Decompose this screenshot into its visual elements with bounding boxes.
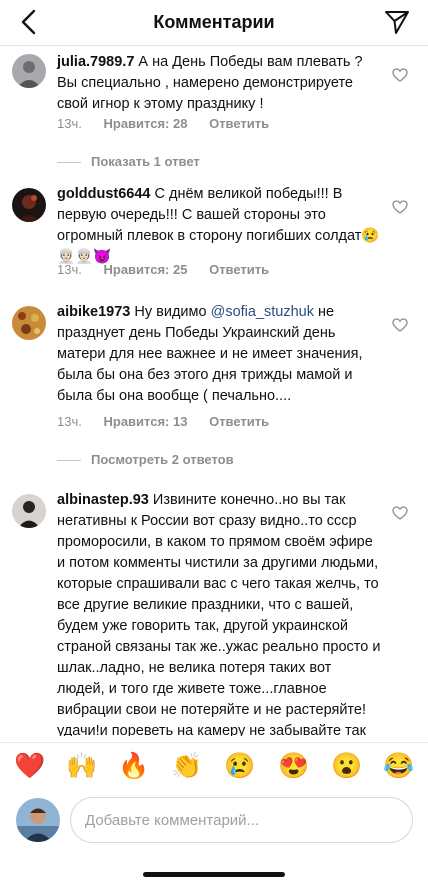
heart-eyes-emoji-button[interactable]: 😍	[278, 751, 309, 781]
comment-meta: 13ч. Нравится: 25 Ответить	[57, 262, 287, 277]
send-direct-icon[interactable]	[384, 9, 410, 35]
comment-likes[interactable]: Нравится: 13	[103, 414, 187, 429]
comment-text: albinastep.93 Извините конечно..но вы та…	[57, 490, 382, 736]
comment-username[interactable]: golddust6644	[57, 186, 150, 202]
my-avatar	[16, 798, 60, 842]
comment-likes[interactable]: Нравится: 25	[103, 262, 187, 277]
comment-time: 13ч.	[57, 262, 82, 277]
view-replies-label: Посмотреть 2 ответов	[91, 452, 234, 467]
comment-text: julia.7989.7 А на День Победы вам плеват…	[57, 52, 382, 115]
avatar[interactable]	[12, 494, 46, 528]
raising-hands-emoji-button[interactable]: 🙌	[66, 751, 97, 781]
comment-text: aibike1973 Ну видимо @sofia_stuzhuk не п…	[57, 302, 382, 407]
view-replies-button[interactable]: Показать 1 ответ	[57, 154, 200, 169]
like-heart-icon[interactable]	[392, 68, 408, 82]
page-title: Комментарии	[153, 12, 275, 32]
comment-time: 13ч.	[57, 414, 82, 429]
fire-emoji-button[interactable]: 🔥	[118, 751, 149, 781]
reply-button[interactable]: Ответить	[209, 414, 269, 429]
clapping-hands-emoji-button[interactable]: 👏	[171, 751, 202, 781]
comment-likes[interactable]: Нравится: 28	[103, 116, 187, 131]
home-indicator[interactable]	[143, 872, 285, 877]
like-heart-icon[interactable]	[392, 318, 408, 332]
emoji-reaction-bar: ❤️ 🙌 🔥 👏 😢 😍 😮 😂	[0, 742, 428, 790]
comment-username[interactable]: albinastep.93	[57, 492, 149, 508]
add-comment-input[interactable]	[70, 797, 413, 843]
replies-divider	[57, 460, 81, 462]
comment-meta: 13ч. Нравится: 13 Ответить	[57, 414, 287, 429]
comment-list[interactable]: julia.7989.7 А на День Победы вам плеват…	[0, 46, 428, 736]
comment-username[interactable]: julia.7989.7	[57, 54, 134, 70]
comment-text: golddust6644 С днём великой победы!!! В …	[57, 184, 382, 268]
comment-body: Извините конечно..но вы так негативны к …	[57, 492, 381, 736]
view-replies-label: Показать 1 ответ	[91, 154, 200, 169]
comment-username[interactable]: aibike1973	[57, 304, 130, 320]
reply-button[interactable]: Ответить	[209, 116, 269, 131]
avatar[interactable]	[12, 54, 46, 88]
comment-time: 13ч.	[57, 116, 82, 131]
like-heart-icon[interactable]	[392, 200, 408, 214]
header-bar: Комментарии	[0, 0, 428, 46]
mention-link[interactable]: @sofia_stuzhuk	[211, 304, 314, 320]
comment-body-start: Ну видимо	[134, 304, 211, 320]
replies-divider	[57, 162, 81, 164]
avatar[interactable]	[12, 306, 46, 340]
view-replies-button[interactable]: Посмотреть 2 ответов	[57, 452, 234, 467]
avatar[interactable]	[12, 188, 46, 222]
reply-button[interactable]: Ответить	[209, 262, 269, 277]
like-heart-icon[interactable]	[392, 506, 408, 520]
crying-face-emoji-button[interactable]: 😢	[224, 751, 255, 781]
comment-composer	[0, 792, 428, 856]
surprised-face-emoji-button[interactable]: 😮	[331, 751, 362, 781]
tears-of-joy-emoji-button[interactable]: 😂	[383, 751, 414, 781]
comment-meta: 13ч. Нравится: 28 Ответить	[57, 116, 287, 131]
red-heart-emoji-button[interactable]: ❤️	[14, 751, 45, 781]
